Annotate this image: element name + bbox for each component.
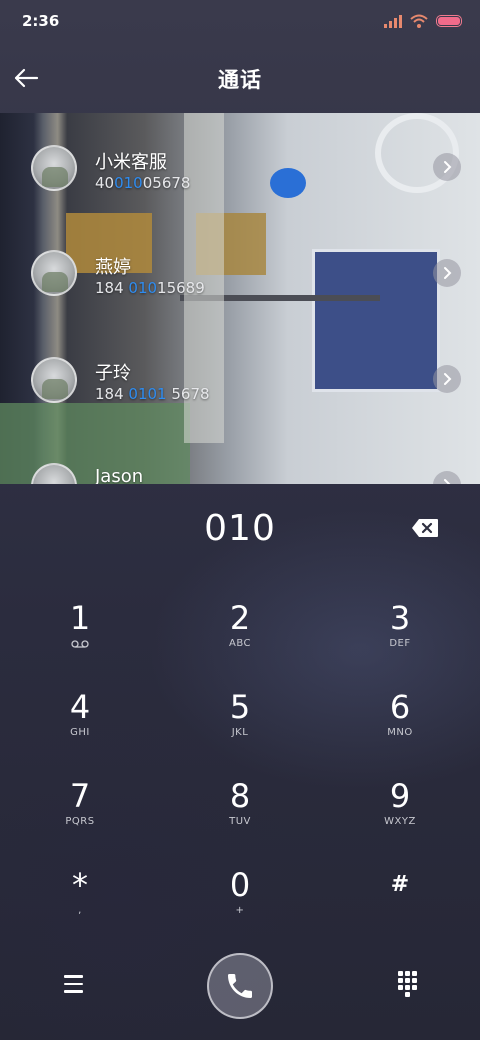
chevron-right-icon bbox=[444, 161, 452, 173]
page-title: 通话 bbox=[218, 68, 262, 92]
chevron-right-icon bbox=[444, 373, 452, 385]
contact-detail-button[interactable] bbox=[433, 365, 461, 393]
contact-name: 子玲 bbox=[95, 363, 131, 384]
key-9[interactable]: 9 WXYZ bbox=[320, 768, 480, 857]
key-0[interactable]: 0 + bbox=[160, 857, 320, 946]
dialpad-toggle-button[interactable] bbox=[392, 969, 422, 999]
bottom-bar bbox=[0, 952, 480, 1019]
voicemail-icon bbox=[71, 640, 89, 648]
avatar bbox=[31, 357, 77, 403]
key-5[interactable]: 5 JKL bbox=[160, 679, 320, 768]
contact-detail-button[interactable] bbox=[433, 153, 461, 181]
status-icons bbox=[384, 14, 462, 28]
list-item[interactable]: 子玲 184 0101 5678 bbox=[0, 325, 480, 431]
avatar bbox=[31, 250, 77, 296]
key-1[interactable]: 1 bbox=[0, 590, 160, 679]
keypad: 1 2 ABC 3 DEF 4 GHI 5 JKL 6 MNO 7 PQRS 8… bbox=[0, 590, 480, 946]
contact-name: 燕婷 bbox=[95, 257, 131, 278]
list-item[interactable]: 小米客服 4001005678 bbox=[0, 113, 480, 219]
menu-button[interactable] bbox=[58, 969, 88, 999]
battery-icon bbox=[436, 15, 462, 27]
phone-icon bbox=[228, 974, 252, 998]
menu-icon bbox=[63, 975, 83, 978]
key-7[interactable]: 7 PQRS bbox=[0, 768, 160, 857]
header: 通话 bbox=[0, 50, 480, 108]
back-button[interactable] bbox=[6, 58, 46, 98]
list-item[interactable]: Jason bbox=[0, 431, 480, 484]
dialpad-icon bbox=[397, 971, 403, 976]
contact-name: Jason bbox=[95, 466, 144, 484]
avatar bbox=[31, 145, 77, 191]
status-bar: 2:36 bbox=[0, 0, 480, 42]
dial-display: 010 bbox=[0, 500, 480, 556]
contact-detail-button[interactable] bbox=[433, 471, 461, 484]
contact-name: 小米客服 bbox=[95, 152, 167, 173]
search-results: 小米客服 4001005678 燕婷 184 01015689 子玲 184 0… bbox=[0, 113, 480, 484]
contact-number: 184 0101 5678 bbox=[95, 385, 210, 403]
backspace-button[interactable] bbox=[410, 514, 440, 542]
contact-number: 184 01015689 bbox=[95, 279, 205, 297]
key-8[interactable]: 8 TUV bbox=[160, 768, 320, 857]
contact-number: 4001005678 bbox=[95, 174, 191, 192]
list-item[interactable]: 燕婷 184 01015689 bbox=[0, 219, 480, 325]
key-6[interactable]: 6 MNO bbox=[320, 679, 480, 768]
key-3[interactable]: 3 DEF bbox=[320, 590, 480, 679]
contact-detail-button[interactable] bbox=[433, 259, 461, 287]
call-button[interactable] bbox=[207, 953, 273, 1019]
arrow-left-icon bbox=[14, 68, 39, 88]
key-2[interactable]: 2 ABC bbox=[160, 590, 320, 679]
chevron-right-icon bbox=[444, 479, 451, 484]
key-4[interactable]: 4 GHI bbox=[0, 679, 160, 768]
status-time: 2:36 bbox=[22, 12, 60, 30]
avatar bbox=[31, 463, 77, 484]
key-star[interactable]: * , bbox=[0, 857, 160, 946]
backspace-icon bbox=[412, 519, 438, 537]
wifi-icon bbox=[410, 14, 428, 28]
signal-icon bbox=[384, 14, 402, 28]
key-hash[interactable]: # bbox=[320, 857, 480, 946]
dialed-number: 010 bbox=[204, 507, 276, 549]
chevron-right-icon bbox=[444, 267, 452, 279]
